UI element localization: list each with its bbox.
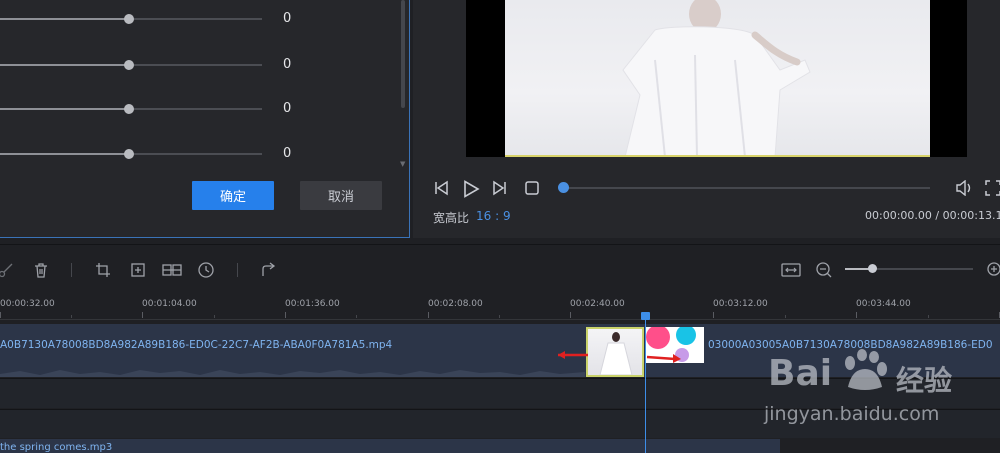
ruler-tick-label: 00:00:32.00 (0, 299, 55, 309)
cancel-button[interactable]: 取消 (300, 181, 382, 210)
zoom-in-icon[interactable] (985, 260, 1000, 280)
aspect-ratio-value[interactable]: 16 : 9 (476, 209, 511, 223)
zoom-slider-knob[interactable] (868, 264, 877, 273)
stop-icon[interactable] (524, 180, 540, 200)
ruler-tick (285, 312, 286, 318)
ruler-tick (0, 312, 1, 318)
ruler-minor-tick (214, 315, 215, 318)
delete-icon[interactable] (31, 260, 51, 280)
toolbar-divider (237, 263, 238, 277)
ruler-tick (428, 312, 429, 318)
ruler-tick-label: 00:01:36.00 (285, 299, 340, 309)
clip-thumbnail-image (599, 332, 633, 375)
adjust-settings-panel: 0 0 0 0 ▼ 确定 取消 (0, 0, 410, 238)
export-icon[interactable] (259, 260, 279, 280)
resize-icon[interactable] (128, 260, 148, 280)
slider-knob[interactable] (124, 60, 134, 70)
slider-fill (0, 64, 129, 66)
preview-pane: 宽高比 16 : 9 00:00:00.00 / 00:00:13.16 (413, 0, 1000, 238)
timeline-ruler[interactable]: 00:00:32.00 00:01:04.00 00:01:36.00 00:0… (0, 294, 1000, 320)
slider-knob[interactable] (124, 104, 134, 114)
next-frame-icon[interactable] (492, 180, 508, 200)
arrow-right-icon (646, 354, 681, 363)
slider-value: 0 (283, 57, 292, 72)
slider-fill (0, 153, 129, 155)
fullscreen-icon[interactable] (985, 180, 1000, 200)
slider-value: 0 (283, 146, 292, 161)
audio-filename: the spring comes.mp3 (0, 442, 113, 453)
duration-icon[interactable] (196, 260, 216, 280)
ruler-tick (570, 312, 571, 318)
volume-icon[interactable] (955, 179, 973, 200)
slider-fill (0, 18, 129, 20)
slider-value: 0 (283, 101, 292, 116)
adjust-slider-2[interactable]: 0 (0, 57, 300, 73)
crop-icon[interactable] (93, 260, 113, 280)
ruler-tick-label: 00:01:04.00 (142, 299, 197, 309)
fit-timeline-icon[interactable] (781, 260, 801, 280)
audio-track[interactable]: the spring comes.mp3 (0, 439, 780, 453)
aspect-ratio-label: 宽高比 (433, 211, 470, 225)
panel-scrollbar[interactable] (401, 0, 405, 108)
ruler-tick-label: 00:02:40.00 (570, 299, 625, 309)
ruler-tick-label: 00:03:12.00 (713, 299, 768, 309)
ruler-tick (713, 312, 714, 318)
zoom-out-icon[interactable] (814, 260, 834, 280)
seek-knob[interactable] (558, 182, 569, 193)
ruler-minor-tick (928, 315, 929, 318)
paw-logo-icon (845, 349, 887, 390)
playhead-handle[interactable] (641, 312, 650, 320)
clip-1-thumbnail[interactable] (586, 327, 644, 377)
play-icon[interactable] (462, 180, 480, 202)
prev-frame-icon[interactable] (433, 180, 449, 200)
playhead-line[interactable] (645, 316, 646, 453)
adjust-slider-4[interactable]: 0 (0, 146, 300, 162)
ruler-minor-tick (499, 315, 500, 318)
cut-icon[interactable] (0, 260, 16, 280)
video-preview-image (505, 0, 930, 157)
slider-value: 0 (283, 11, 292, 26)
scroll-down-icon[interactable]: ▼ (400, 160, 405, 168)
audio-waveform (0, 370, 585, 377)
slider-knob[interactable] (124, 14, 134, 24)
watermark-url: jingyan.baidu.com (764, 403, 940, 425)
confirm-button[interactable]: 确定 (192, 181, 274, 210)
adjust-slider-3[interactable]: 0 (0, 101, 300, 117)
clip-1-filename: A0B7130A78008BD8A982A89B186-ED0C-22C7-AF… (0, 339, 393, 351)
dress-figure-image (622, 0, 811, 155)
watermark-brand: Bai (768, 353, 833, 394)
toolbar-divider (71, 263, 72, 277)
slider-fill (0, 108, 129, 110)
time-readout: 00:00:00.00 / 00:00:13.16 (865, 209, 1000, 222)
seek-bar[interactable] (565, 187, 930, 189)
ruler-tick (142, 312, 143, 318)
ruler-minor-tick (356, 315, 357, 318)
baidu-jingyan-watermark: Bai 经验 jingyan.baidu.com (758, 345, 988, 435)
adjust-slider-1[interactable]: 0 (0, 11, 300, 27)
video-frame (466, 0, 967, 157)
ruler-tick (856, 312, 857, 318)
slider-knob[interactable] (124, 149, 134, 159)
watermark-brand-cn: 经验 (896, 364, 953, 397)
mosaic-icon[interactable] (162, 260, 182, 280)
ruler-minor-tick (785, 315, 786, 318)
ruler-minor-tick (71, 315, 72, 318)
arrow-left-icon (558, 351, 588, 359)
ruler-tick-label: 00:03:44.00 (856, 299, 911, 309)
ruler-tick-label: 00:02:08.00 (428, 299, 483, 309)
